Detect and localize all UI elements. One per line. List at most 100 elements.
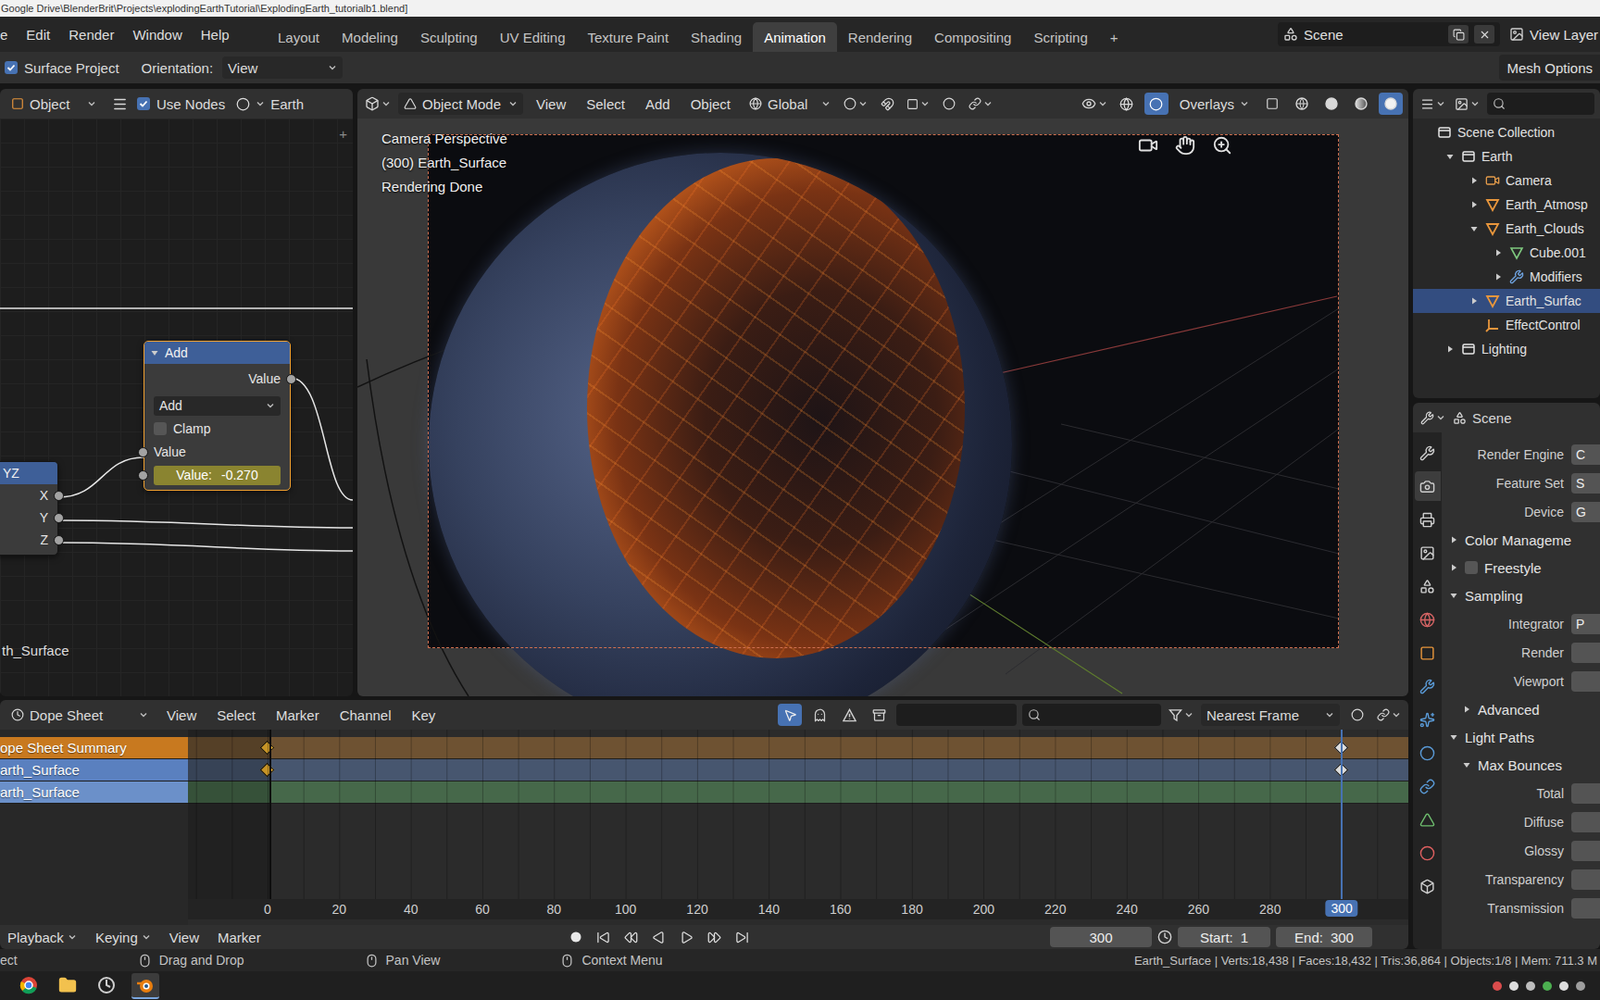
properties-tab[interactable]: [1414, 771, 1441, 801]
expanded-arrow-icon[interactable]: [1449, 590, 1459, 600]
outliner-item[interactable]: Earth: [1412, 144, 1600, 169]
falloff-button[interactable]: [1375, 703, 1403, 726]
workspace-tab[interactable]: Texture Paint: [576, 22, 681, 52]
shading-button[interactable]: [1319, 92, 1344, 115]
editor-type-button[interactable]: [1418, 92, 1448, 115]
panel-header[interactable]: Sampling: [1441, 581, 1600, 610]
tray-icon[interactable]: [1559, 981, 1569, 991]
collapsed-arrow-icon[interactable]: [1469, 175, 1479, 186]
menu-item[interactable]: e: [0, 23, 17, 47]
overlays-toggle[interactable]: [1144, 92, 1169, 115]
gizmo-button[interactable]: [1114, 92, 1139, 115]
workspace-tab[interactable]: Rendering: [837, 22, 924, 52]
clamp-checkbox[interactable]: [153, 422, 167, 436]
outliner-item[interactable]: Camera: [1412, 168, 1600, 193]
menu-item[interactable]: Help: [191, 23, 239, 47]
dope-sheet-menu[interactable]: View: [159, 707, 204, 724]
separate-xyz-node[interactable]: YZXYZ: [0, 461, 59, 556]
next-keyframe-button[interactable]: [702, 925, 727, 949]
menu-item[interactable]: Edit: [16, 23, 60, 47]
snap-dropdown[interactable]: Nearest Frame: [1200, 703, 1340, 726]
dope-sheet-menu[interactable]: Select: [209, 707, 263, 724]
editor-type-button[interactable]: [1418, 406, 1448, 429]
zoom-icon[interactable]: [1212, 135, 1233, 156]
viewport-canvas[interactable]: Camera Perspective(300) Earth_SurfaceRen…: [357, 118, 1409, 697]
tray-icon[interactable]: [1575, 981, 1586, 991]
node-header[interactable]: Add: [144, 341, 290, 364]
outliner-item[interactable]: Modifiers: [1412, 264, 1600, 289]
properties-tab[interactable]: [1414, 637, 1441, 668]
collapsed-arrow-icon[interactable]: [1445, 344, 1455, 354]
panel-header[interactable]: Light Paths: [1441, 723, 1600, 751]
node-canvas[interactable]: +AddValueAddClampValueValue:-0.270YZXYZt…: [0, 118, 353, 697]
output-socket[interactable]: [53, 490, 64, 501]
overlays-dropdown[interactable]: Overlays: [1174, 92, 1255, 115]
transform-orientation-dropdown[interactable]: Global: [743, 92, 837, 115]
viewport-menu[interactable]: Object: [683, 96, 738, 113]
input-socket[interactable]: [137, 470, 149, 481]
collapsed-arrow-icon[interactable]: [1449, 535, 1459, 545]
workspace-tab[interactable]: Layout: [266, 22, 331, 52]
jump-start-button[interactable]: [591, 925, 616, 949]
outliner-item[interactable]: EffectControl: [1412, 312, 1600, 338]
pivot-button[interactable]: [841, 92, 870, 115]
outliner-item[interactable]: Lighting: [1412, 337, 1600, 362]
playhead[interactable]: [1340, 729, 1343, 900]
properties-tab[interactable]: [1414, 871, 1441, 901]
collapsed-arrow-icon[interactable]: [1493, 248, 1503, 258]
dope-sheet-menu[interactable]: Channel: [332, 707, 400, 724]
operation-dropdown[interactable]: Add: [153, 396, 281, 416]
surface-project-checkbox[interactable]: [4, 61, 18, 75]
start-frame-field[interactable]: Start:1: [1177, 926, 1271, 948]
workspace-tab[interactable]: UV Editing: [488, 22, 577, 52]
shading-button[interactable]: [1289, 92, 1314, 115]
panel-header[interactable]: Max Bounces: [1441, 750, 1600, 779]
tray-icon[interactable]: [1492, 981, 1502, 991]
editor-type-button[interactable]: [362, 92, 393, 115]
menu-button[interactable]: [107, 92, 132, 115]
current-frame-badge[interactable]: 300: [1325, 900, 1358, 917]
property-value[interactable]: [1571, 783, 1600, 804]
view-layer-name[interactable]: View Layer: [1529, 26, 1599, 43]
panel-header[interactable]: Freestyle: [1441, 553, 1600, 582]
channel-row[interactable]: arth_Surface: [0, 781, 188, 804]
camera-view-icon[interactable]: [1137, 135, 1159, 156]
timeline-dropdown[interactable]: Playback: [0, 929, 85, 946]
dope-sheet-menu[interactable]: Key: [404, 707, 444, 724]
use-nodes-toggle[interactable]: Use Nodes: [137, 96, 225, 113]
filter-toggle[interactable]: [807, 703, 832, 726]
workspace-tab[interactable]: Shading: [679, 22, 753, 52]
xray-button[interactable]: [1260, 92, 1285, 115]
taskbar-app[interactable]: [14, 973, 43, 1000]
sidebar-toggle[interactable]: +: [338, 125, 348, 142]
add-node[interactable]: AddValueAddClampValueValue:-0.270: [143, 340, 291, 491]
properties-tab[interactable]: [1414, 537, 1441, 568]
snap-target-button[interactable]: [904, 92, 932, 115]
property-value[interactable]: [1571, 840, 1600, 862]
viewport-menu[interactable]: Add: [637, 96, 678, 113]
workspace-tab[interactable]: Sculpting: [409, 22, 489, 52]
workspace-tab[interactable]: Animation: [752, 22, 838, 52]
end-frame-field[interactable]: End:300: [1275, 926, 1373, 948]
orientation-dropdown[interactable]: View: [222, 56, 343, 79]
expanded-arrow-icon[interactable]: [1469, 224, 1479, 234]
outliner-search[interactable]: [1487, 92, 1595, 115]
collapsed-arrow-icon[interactable]: [1469, 296, 1479, 306]
outliner-item[interactable]: Cube.001: [1412, 240, 1600, 265]
properties-tab[interactable]: [1414, 737, 1441, 768]
material-selector[interactable]: Earth: [230, 92, 310, 115]
filter-toggle[interactable]: [777, 703, 802, 726]
snap-button[interactable]: [875, 92, 900, 115]
filters-button[interactable]: [1166, 703, 1196, 726]
viewport-menu[interactable]: View: [528, 96, 574, 113]
properties-tab[interactable]: [1414, 804, 1441, 835]
input-socket[interactable]: [137, 447, 149, 458]
properties-tab[interactable]: [1414, 837, 1441, 868]
collapsed-arrow-icon[interactable]: [1449, 562, 1459, 573]
dope-sheet-menu[interactable]: Marker: [268, 707, 327, 724]
taskbar-app[interactable]: [131, 973, 160, 1000]
viewport-menu[interactable]: Select: [578, 96, 633, 113]
property-value[interactable]: C: [1571, 444, 1600, 465]
proportional-edit-button[interactable]: [937, 92, 962, 115]
shading-button[interactable]: [1378, 92, 1403, 115]
